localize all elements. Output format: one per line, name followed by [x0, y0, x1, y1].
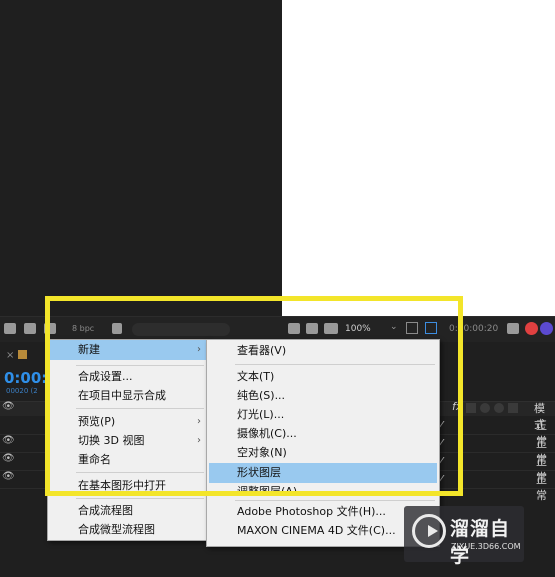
- camera-snapshot-icon[interactable]: [507, 323, 519, 334]
- menu-separator: [76, 498, 204, 499]
- annotation-highlight-frame: [45, 296, 463, 496]
- menu-item-label: MAXON CINEMA 4D 文件(C)...: [237, 524, 396, 537]
- watermark: 溜溜自学 ZIXUE.3D66.COM: [404, 506, 524, 567]
- color-channels-icon[interactable]: [525, 322, 538, 335]
- layer-eye-icon[interactable]: 👁: [2, 453, 15, 464]
- timeline-frame-count: 00020 (2: [6, 387, 38, 395]
- composition-tab-swatch[interactable]: [18, 350, 27, 359]
- menu-item-composition-flowchart[interactable]: 合成流程图: [48, 501, 208, 521]
- color-channels-blue-icon[interactable]: [540, 322, 553, 335]
- flowchart-icon[interactable]: [4, 323, 16, 334]
- watermark-logo-icon: [412, 514, 446, 548]
- cube-icon[interactable]: [508, 403, 518, 413]
- menu-item-label: 合成微型流程图: [78, 523, 155, 536]
- folder-icon[interactable]: [24, 323, 36, 334]
- layer-mode[interactable]: 正常: [536, 471, 555, 503]
- play-icon: [428, 525, 438, 537]
- close-icon[interactable]: ×: [6, 350, 14, 361]
- menu-separator: [235, 500, 435, 501]
- menu-item-label: Adobe Photoshop 文件(H)...: [237, 505, 386, 518]
- menu-item-composition-mini-flowchart[interactable]: 合成微型流程图: [48, 520, 208, 540]
- layer-eye-icon[interactable]: 👁: [2, 471, 15, 482]
- 3d-layer-switch-icon[interactable]: [494, 403, 504, 413]
- composition-preview-canvas[interactable]: [282, 0, 555, 316]
- timeline-timecode[interactable]: 0:00:: [4, 369, 47, 387]
- adjustment-layer-switch-icon[interactable]: [480, 403, 490, 413]
- layer-eye-icon[interactable]: 👁: [2, 435, 15, 446]
- menu-item-label: 合成流程图: [78, 504, 133, 517]
- eye-icon[interactable]: 👁: [2, 401, 15, 412]
- watermark-url: ZIXUE.3D66.COM: [451, 542, 521, 551]
- composition-panel-left: [0, 0, 282, 316]
- motion-blur-switch-icon[interactable]: [466, 403, 476, 413]
- watermark-brand: 溜溜自学: [450, 518, 511, 567]
